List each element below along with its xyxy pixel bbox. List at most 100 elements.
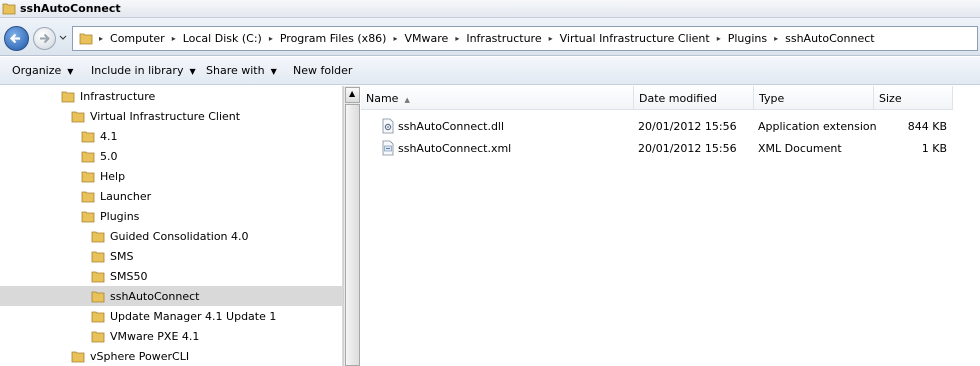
folder-icon [71, 351, 85, 363]
folder-icon [61, 91, 75, 103]
dropdown-arrow-icon: ▼ [270, 67, 277, 76]
column-header-size-label: Size [879, 92, 902, 105]
dropdown-arrow-icon: ▼ [189, 67, 196, 76]
navigation-pane: Infrastructure Virtual Infrastructure Cl… [0, 86, 343, 366]
scroll-thumb[interactable] [345, 104, 360, 366]
nav-item-sshautoconnect[interactable]: sshAutoConnect [0, 286, 342, 306]
nav-item-label: VMware PXE 4.1 [110, 330, 200, 343]
chevron-right-icon[interactable]: ▸ [393, 34, 397, 43]
column-header-date-label: Date modified [639, 92, 717, 105]
column-header-name[interactable]: Name ▲ [361, 86, 634, 110]
column-header-size[interactable]: Size [874, 86, 953, 110]
nav-item-update-manager[interactable]: Update Manager 4.1 Update 1 [0, 306, 342, 326]
folder-icon [91, 331, 105, 343]
nav-item-label: Help [100, 170, 126, 183]
nav-item-plugins[interactable]: Plugins [0, 206, 342, 226]
column-header-type[interactable]: Type [754, 86, 874, 110]
nav-item-4-1[interactable]: 4.1 [0, 126, 342, 146]
nav-item-help[interactable]: Help [0, 166, 342, 186]
breadcrumb-sshautoconnect[interactable]: sshAutoConnect [785, 32, 874, 45]
column-header-type-label: Type [759, 92, 785, 105]
new-folder-button[interactable]: New folder [293, 64, 352, 77]
organize-button[interactable]: Organize ▼ [12, 64, 73, 77]
nav-item-vsphere-powercli[interactable]: vSphere PowerCLI [0, 346, 342, 366]
file-list: Name ▲ Date modified Type Size sshAutoCon… [361, 86, 980, 366]
nav-item-label: Launcher [100, 190, 152, 203]
nav-item-label: SMS50 [110, 270, 148, 283]
include-in-library-label: Include in library [91, 64, 184, 77]
file-name: sshAutoConnect.dll [398, 120, 505, 133]
file-row[interactable]: sshAutoConnect.dll 20/01/2012 15:56 Appl… [361, 116, 961, 136]
folder-icon [79, 33, 93, 45]
file-date: 20/01/2012 15:56 [638, 120, 737, 133]
nav-item-label: sshAutoConnect [110, 290, 200, 303]
nav-item-label: SMS [110, 250, 134, 263]
chevron-right-icon[interactable]: ▸ [455, 34, 459, 43]
chevron-right-icon[interactable]: ▸ [99, 34, 103, 43]
nav-scrollbar[interactable]: ▲ [343, 86, 360, 366]
file-type: XML Document [758, 142, 842, 155]
folder-icon [81, 191, 95, 203]
address-bar[interactable]: ▸ Computer ▸ Local Disk (C:) ▸ Program F… [72, 26, 978, 51]
breadcrumb-local-disk[interactable]: Local Disk (C:) [183, 32, 262, 45]
breadcrumb: ▸ Computer ▸ Local Disk (C:) ▸ Program F… [99, 32, 882, 45]
new-folder-label: New folder [293, 64, 353, 77]
file-date: 20/01/2012 15:56 [638, 142, 737, 155]
command-bar: Organize ▼ Include in library ▼ Share with… [0, 57, 980, 85]
nav-item-label: Plugins [100, 210, 140, 223]
back-button[interactable] [4, 26, 29, 51]
nav-item-vmware-pxe[interactable]: VMware PXE 4.1 [0, 326, 342, 346]
folder-icon [2, 3, 16, 15]
forward-button[interactable] [33, 27, 56, 50]
chevron-right-icon[interactable]: ▸ [717, 34, 721, 43]
back-arrow-icon [9, 33, 20, 44]
nav-item-label: 5.0 [100, 150, 118, 163]
title-bar: sshAutoConnect [0, 0, 980, 18]
folder-icon [81, 171, 95, 183]
file-type: Application extension [758, 120, 877, 133]
breadcrumb-vi-client[interactable]: Virtual Infrastructure Client [560, 32, 710, 45]
dropdown-arrow-icon: ▼ [67, 67, 74, 76]
scroll-up-button[interactable]: ▲ [345, 87, 360, 103]
recent-pages-chevron-icon[interactable] [58, 32, 68, 44]
folder-icon [81, 131, 95, 143]
address-row: ▸ Computer ▸ Local Disk (C:) ▸ Program F… [0, 18, 980, 56]
chevron-right-icon[interactable]: ▸ [774, 34, 778, 43]
nav-item-label: vSphere PowerCLI [90, 350, 190, 363]
nav-item-vi-client[interactable]: Virtual Infrastructure Client [0, 106, 342, 126]
breadcrumb-computer[interactable]: Computer [110, 32, 165, 45]
file-row[interactable]: sshAutoConnect.xml 20/01/2012 15:56 XML … [361, 138, 961, 158]
column-header-date[interactable]: Date modified [634, 86, 754, 110]
nav-item-infrastructure[interactable]: Infrastructure [0, 86, 342, 106]
nav-item-label: Update Manager 4.1 Update 1 [110, 310, 277, 323]
file-size: 1 KB [921, 142, 947, 155]
chevron-right-icon[interactable]: ▸ [549, 34, 553, 43]
folder-icon [91, 271, 105, 283]
file-size: 844 KB [907, 120, 947, 133]
dll-file-icon [382, 118, 394, 134]
breadcrumb-vmware[interactable]: VMware [405, 32, 449, 45]
share-with-label: Share with [206, 64, 265, 77]
share-with-button[interactable]: Share with ▼ [206, 64, 277, 77]
folder-icon [81, 151, 95, 163]
nav-item-label: Virtual Infrastructure Client [90, 110, 241, 123]
chevron-right-icon[interactable]: ▸ [269, 34, 273, 43]
chevron-up-icon: ▲ [349, 89, 356, 98]
include-in-library-button[interactable]: Include in library ▼ [91, 64, 196, 77]
nav-item-guided-consolidation[interactable]: Guided Consolidation 4.0 [0, 226, 342, 246]
window-title: sshAutoConnect [20, 2, 121, 15]
breadcrumb-plugins[interactable]: Plugins [728, 32, 767, 45]
nav-item-5-0[interactable]: 5.0 [0, 146, 342, 166]
breadcrumb-infrastructure[interactable]: Infrastructure [466, 32, 541, 45]
nav-item-sms[interactable]: SMS [0, 246, 342, 266]
chevron-right-icon[interactable]: ▸ [172, 34, 176, 43]
forward-arrow-icon [40, 33, 50, 44]
nav-item-label: Guided Consolidation 4.0 [110, 230, 249, 243]
folder-icon [81, 211, 95, 223]
breadcrumb-program-files[interactable]: Program Files (x86) [280, 32, 387, 45]
nav-item-label: Infrastructure [80, 90, 156, 103]
column-header-name-label: Name [366, 92, 399, 105]
nav-item-sms50[interactable]: SMS50 [0, 266, 342, 286]
nav-item-launcher[interactable]: Launcher [0, 186, 342, 206]
folder-icon [91, 311, 105, 323]
